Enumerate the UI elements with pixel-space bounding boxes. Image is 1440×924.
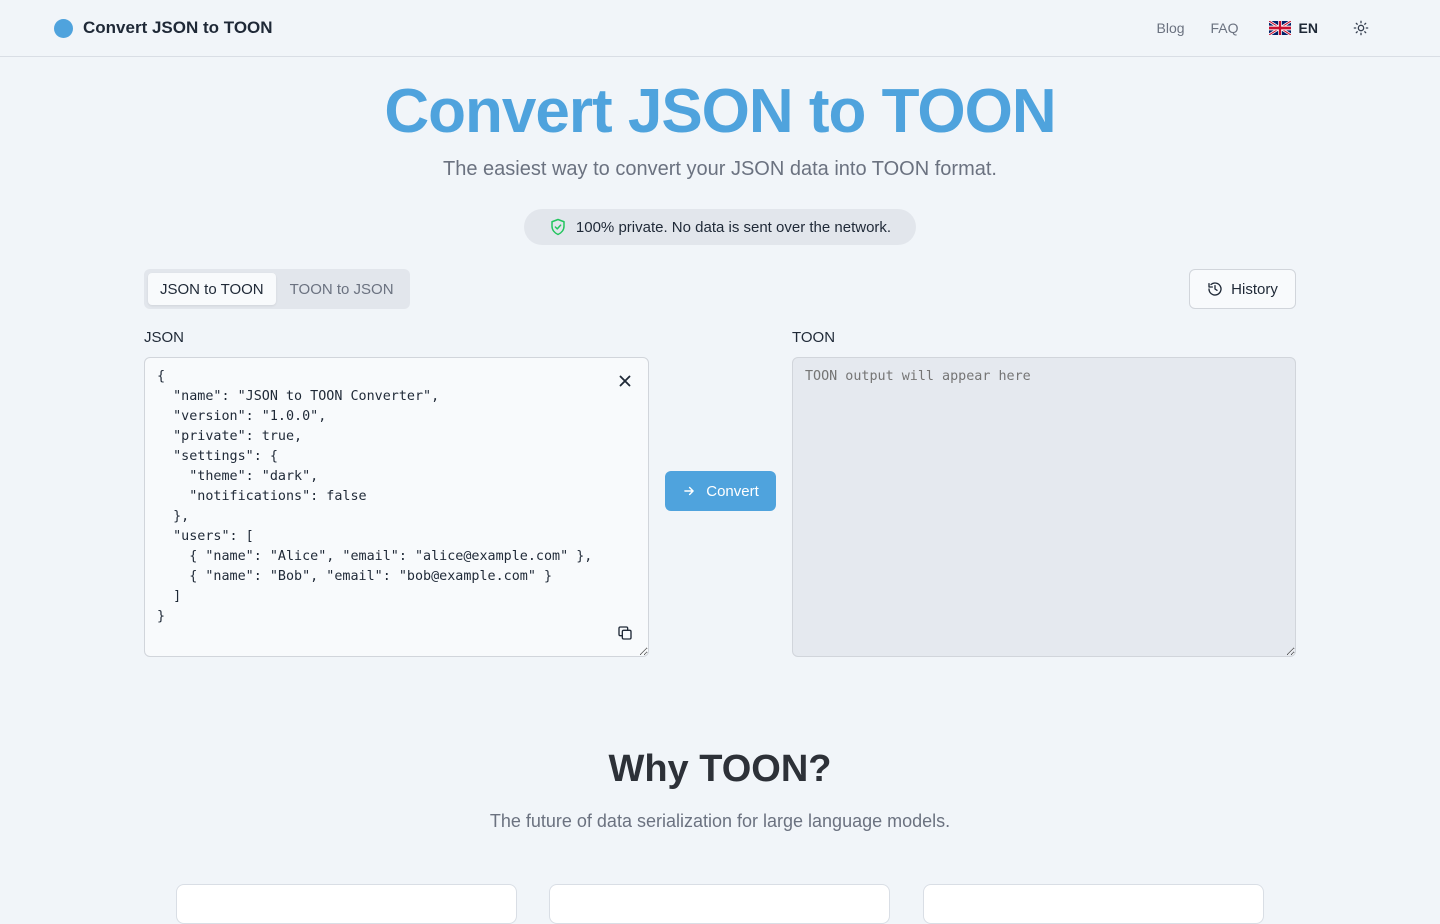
copy-button[interactable] xyxy=(615,623,635,643)
nav-link-blog[interactable]: Blog xyxy=(1157,20,1185,36)
tab-toon-to-json[interactable]: TOON to JSON xyxy=(278,273,406,305)
feature-card xyxy=(549,884,890,924)
theme-toggle-button[interactable] xyxy=(1352,19,1370,37)
feature-card xyxy=(176,884,517,924)
nav-link-faq[interactable]: FAQ xyxy=(1211,20,1239,36)
language-code: EN xyxy=(1298,20,1318,36)
convert-button[interactable]: Convert xyxy=(665,471,776,511)
toon-panel-label: TOON xyxy=(792,329,836,346)
logo-icon xyxy=(54,18,73,38)
json-input[interactable]: { "name": "JSON to TOON Converter", "ver… xyxy=(144,357,649,657)
arrow-right-icon xyxy=(684,486,695,496)
mode-switch: JSON to TOON TOON to JSON xyxy=(144,269,410,309)
shield-check-icon xyxy=(551,218,565,236)
tab-json-to-toon[interactable]: JSON to TOON xyxy=(148,273,276,305)
top-navbar: Convert JSON to TOON Blog FAQ EN xyxy=(0,0,1440,57)
why-section-subtitle: The future of data serialization for lar… xyxy=(489,811,951,831)
page-subtitle: The easiest way to convert your JSON dat… xyxy=(443,158,997,180)
nav-menu: Blog FAQ EN xyxy=(1157,16,1371,40)
history-label: History xyxy=(1231,280,1278,298)
brand-title: Convert JSON to TOON xyxy=(83,18,273,37)
toon-output[interactable] xyxy=(792,357,1296,657)
page-title: Convert JSON to TOON xyxy=(384,77,1056,146)
privacy-badge: 100% private. No data is sent over the n… xyxy=(524,209,916,245)
language-selector[interactable]: EN xyxy=(1268,20,1318,36)
uk-flag-icon xyxy=(1268,21,1291,35)
history-button[interactable]: History xyxy=(1189,269,1296,309)
clear-button[interactable] xyxy=(615,371,635,391)
feature-card xyxy=(923,884,1264,924)
history-icon xyxy=(1208,282,1222,296)
privacy-text: 100% private. No data is sent over the n… xyxy=(575,218,892,236)
close-icon xyxy=(619,375,631,387)
why-section-title: Why TOON? xyxy=(608,748,832,790)
brand[interactable]: Convert JSON to TOON xyxy=(54,18,273,38)
json-panel-label: JSON xyxy=(144,329,185,346)
copy-icon xyxy=(618,626,632,640)
sun-icon xyxy=(1353,20,1369,36)
convert-label: Convert xyxy=(706,482,759,500)
